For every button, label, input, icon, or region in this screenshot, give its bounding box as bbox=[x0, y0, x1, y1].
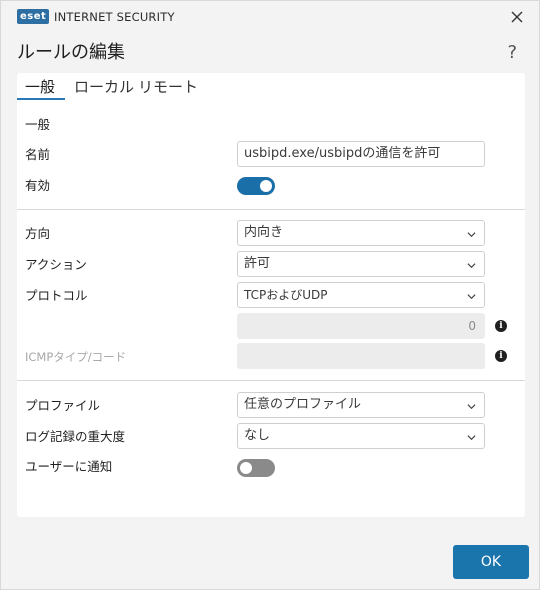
profile-value: 任意のプロファイル bbox=[244, 397, 362, 412]
divider bbox=[17, 209, 525, 210]
rule-panel: 一般 ローカル リモート 一般 名前 usbipd.exe/usbipdの通信を… bbox=[17, 73, 525, 517]
chevron-down-icon bbox=[467, 435, 476, 441]
info-icon[interactable]: i bbox=[495, 350, 507, 362]
log-severity-value: なし bbox=[244, 428, 271, 443]
eset-logo: eset bbox=[17, 9, 50, 24]
icmp-field bbox=[237, 343, 485, 369]
chevron-down-icon bbox=[467, 263, 476, 269]
protocol-label: プロトコル bbox=[25, 288, 88, 303]
log-severity-select[interactable]: なし bbox=[237, 423, 485, 449]
protocol-number-value: 0 bbox=[468, 319, 476, 333]
log-severity-label: ログ記録の重大度 bbox=[25, 429, 126, 444]
protocol-value: TCPおよびUDP bbox=[244, 288, 328, 302]
tab-bar: 一般 ローカル リモート bbox=[17, 73, 525, 101]
edit-rule-dialog: eset INTERNET SECURITY ルールの編集 ? 一般 ローカル … bbox=[0, 0, 540, 590]
divider bbox=[17, 380, 525, 381]
protocol-number-field: 0 bbox=[237, 313, 485, 339]
notify-user-toggle[interactable] bbox=[237, 459, 275, 477]
help-button[interactable]: ? bbox=[507, 42, 517, 64]
tab-remote[interactable]: リモート bbox=[138, 76, 198, 98]
close-button[interactable] bbox=[507, 7, 527, 27]
action-label: アクション bbox=[25, 257, 87, 272]
chevron-down-icon bbox=[467, 232, 476, 238]
dialog-title: ルールの編集 bbox=[17, 42, 125, 63]
name-label: 名前 bbox=[25, 147, 51, 162]
direction-value: 内向き bbox=[244, 225, 284, 240]
profile-label: プロファイル bbox=[25, 398, 101, 413]
chevron-down-icon bbox=[467, 404, 476, 410]
active-tab-indicator bbox=[17, 98, 65, 100]
direction-select[interactable]: 内向き bbox=[237, 220, 485, 246]
toggle-knob bbox=[240, 462, 252, 474]
section-general-label: 一般 bbox=[25, 117, 51, 132]
notify-user-label: ユーザーに通知 bbox=[25, 459, 113, 474]
product-name: INTERNET SECURITY bbox=[54, 10, 175, 24]
chevron-down-icon bbox=[467, 294, 476, 300]
action-select[interactable]: 許可 bbox=[237, 251, 485, 277]
direction-label: 方向 bbox=[25, 226, 51, 241]
ok-button[interactable]: OK bbox=[453, 545, 529, 579]
title-bar: eset INTERNET SECURITY bbox=[1, 1, 540, 33]
protocol-select[interactable]: TCPおよびUDP bbox=[237, 282, 485, 308]
enabled-label: 有効 bbox=[25, 178, 51, 193]
action-value: 許可 bbox=[244, 256, 271, 271]
icmp-label: ICMPタイプ/コード bbox=[25, 350, 127, 364]
close-icon bbox=[511, 11, 523, 23]
enabled-toggle[interactable] bbox=[237, 177, 275, 195]
toggle-knob bbox=[260, 180, 272, 192]
tab-local[interactable]: ローカル bbox=[74, 76, 134, 98]
tab-general[interactable]: 一般 bbox=[25, 76, 55, 98]
info-icon[interactable]: i bbox=[495, 320, 507, 332]
name-field[interactable]: usbipd.exe/usbipdの通信を許可 bbox=[237, 141, 485, 167]
profile-select[interactable]: 任意のプロファイル bbox=[237, 392, 485, 418]
